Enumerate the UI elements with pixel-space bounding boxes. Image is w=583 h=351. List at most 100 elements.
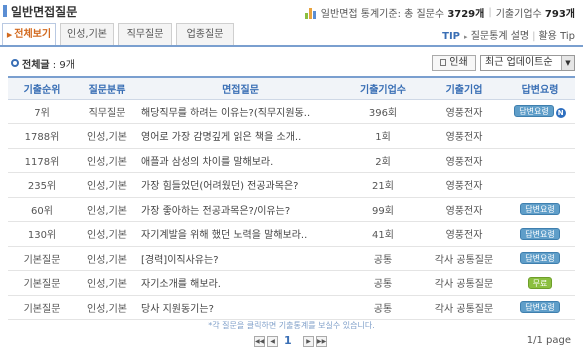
next-page-icon[interactable]: ▶: [303, 336, 314, 347]
total-companies-value: 793개: [544, 9, 575, 20]
count-cell: 99회: [343, 197, 423, 222]
column-header-count[interactable]: 기출기업수: [343, 76, 423, 100]
tab-all[interactable]: ▶ 전체보기: [2, 23, 56, 45]
column-header-question[interactable]: 면접질문: [138, 76, 343, 100]
rank-cell: 235위: [8, 172, 76, 198]
answer-cell: [505, 123, 575, 149]
rank-cell: 기본질문: [8, 270, 76, 296]
column-header-answer[interactable]: 답변요령: [505, 76, 575, 100]
company-cell: 영풍전자: [423, 197, 505, 222]
question-link[interactable]: 자기계발을 위해 했던 노력을 말해보라..: [138, 221, 343, 247]
last-page-icon[interactable]: ▶▶: [316, 336, 327, 347]
pagination: ◀◀ ◀ 1 ▶ ▶▶ 1/1 page: [0, 334, 583, 349]
printer-icon: [440, 59, 447, 66]
table-row[interactable]: 기본질문 인성,기본 [경력]이직사유는? 공통 각사 공통질문 답변요령: [8, 246, 575, 271]
title-bullet-icon: [3, 5, 7, 17]
stats-summary: 일반면접 통계기준: 총 질문수 3729개 | 기출기업수 793개: [304, 5, 575, 20]
table-row[interactable]: 7위 직무질문 해당직무를 하려는 이유는?(직무지원동.. 396회 영풍전자 답변요령…: [8, 99, 575, 124]
total-questions-label: 총 질문수: [404, 9, 445, 20]
tab-label: 전체보기: [14, 29, 52, 40]
company-cell: 각사 공통질문: [423, 295, 505, 320]
column-header-category[interactable]: 질문분류: [76, 76, 138, 100]
answer-cell: 무료: [505, 270, 575, 296]
count-cell: 396회: [343, 99, 423, 124]
rank-cell: 기본질문: [8, 295, 76, 320]
answer-tips-button[interactable]: 답변요령: [520, 203, 560, 216]
category-cell: 인성,기본: [76, 172, 138, 198]
footnote: *각 질문을 클릭하면 기출통계를 보실수 있습니다.: [208, 321, 375, 330]
table-row[interactable]: 기본질문 인성,기본 당사 지원동기는? 공통 각사 공통질문 답변요령: [8, 295, 575, 320]
table-row[interactable]: 1788위 인성,기본 영어로 가장 감명깊게 읽은 책을 소개.. 1회 영풍전자: [8, 123, 575, 149]
tab-industry-questions[interactable]: 업종질문: [176, 23, 234, 45]
tip-label: TIP: [442, 31, 461, 42]
stats-separator: |: [488, 7, 492, 18]
list-toolbar: 전체글 : 9개 인쇄 최근 업데이트순 ▼: [0, 52, 583, 74]
category-cell: 인성,기본: [76, 148, 138, 173]
table-row[interactable]: 130위 인성,기본 자기계발을 위해 했던 노력을 말해보라.. 41회 영풍전자 답변…: [8, 221, 575, 247]
tip-links: TIP ▸ 질문통계 설명 | 활용 Tip: [442, 27, 575, 42]
category-cell: 인성,기본: [76, 197, 138, 222]
answer-cell: [505, 172, 575, 198]
usage-tip-link[interactable]: 활용 Tip: [538, 31, 575, 42]
count-cell: 2회: [343, 148, 423, 173]
company-cell: 영풍전자: [423, 99, 505, 124]
question-link[interactable]: [경력]이직사유는?: [138, 246, 343, 271]
question-link[interactable]: 자기소개를 해보라.: [138, 270, 343, 296]
count-value: : 9개: [49, 60, 75, 71]
sort-selected-value: 최근 업데이트순: [485, 57, 553, 68]
rank-cell: 7위: [8, 99, 76, 124]
answer-tips-button[interactable]: 답변요령: [520, 301, 560, 314]
column-header-rank[interactable]: 기출순위: [8, 76, 76, 100]
company-cell: 각사 공통질문: [423, 270, 505, 296]
answer-tips-button[interactable]: 답변요령: [514, 104, 554, 117]
stats-help-link[interactable]: 질문통계 설명: [471, 31, 529, 42]
question-link[interactable]: 가장 힘들었던(어려웠던) 전공과목은?: [138, 172, 343, 198]
page-title: 일반면접질문: [11, 5, 78, 19]
tip-separator: |: [532, 31, 536, 42]
rank-cell: 1178위: [8, 148, 76, 173]
current-page[interactable]: 1: [284, 334, 292, 347]
prev-page-icon[interactable]: ◀: [267, 336, 278, 347]
count-cell: 21회: [343, 172, 423, 198]
column-header-company[interactable]: 기출기업: [423, 76, 505, 100]
stats-label: 일반면접 통계기준:: [320, 9, 401, 20]
chevron-down-icon[interactable]: ▼: [561, 56, 574, 70]
circle-bullet-icon: [11, 59, 19, 67]
print-label: 인쇄: [449, 57, 468, 68]
total-companies-label: 기출기업수: [495, 9, 542, 20]
sort-select[interactable]: 최근 업데이트순 ▼: [480, 55, 575, 71]
triangle-right-icon: ▶: [6, 31, 13, 39]
print-button[interactable]: 인쇄: [432, 55, 476, 71]
answer-tips-button[interactable]: 답변요령: [520, 252, 560, 265]
count-cell: 공통: [343, 270, 423, 296]
question-link[interactable]: 애플과 삼성의 차이를 말해보라.: [138, 148, 343, 173]
page-total: 1/1 page: [526, 335, 571, 346]
company-cell: 영풍전자: [423, 123, 505, 149]
answer-tips-button[interactable]: 답변요령: [520, 227, 560, 240]
question-link[interactable]: 가장 좋아하는 전공과목은?/이유는?: [138, 197, 343, 222]
tab-label: 직무질문: [126, 29, 164, 40]
table-row[interactable]: 60위 인성,기본 가장 좋아하는 전공과목은?/이유는? 99회 영풍전자 답변요령: [8, 197, 575, 222]
table-row[interactable]: 1178위 인성,기본 애플과 삼성의 차이를 말해보라. 2회 영풍전자: [8, 148, 575, 173]
first-page-icon[interactable]: ◀◀: [254, 336, 265, 347]
answer-tips-button[interactable]: 무료: [527, 276, 553, 289]
answer-cell: 답변요령: [505, 295, 575, 320]
category-cell: 인성,기본: [76, 123, 138, 149]
answer-cell: 답변요령: [505, 221, 575, 247]
table-row[interactable]: 기본질문 인성,기본 자기소개를 해보라. 공통 각사 공통질문 무료: [8, 270, 575, 296]
total-questions-value: 3729개: [447, 9, 485, 20]
question-link[interactable]: 당사 지원동기는?: [138, 295, 343, 320]
tab-personality-basic[interactable]: 인성,기본: [60, 23, 114, 45]
title-bar: 일반면접질문 일반면접 통계기준: 총 질문수 3729개 | 기출기업수 79…: [0, 0, 583, 22]
count-cell: 1회: [343, 123, 423, 149]
question-link[interactable]: 해당직무를 하려는 이유는?(직무지원동..: [138, 99, 343, 124]
rank-cell: 130위: [8, 221, 76, 247]
question-link[interactable]: 영어로 가장 감명깊게 읽은 책을 소개..: [138, 123, 343, 149]
tab-job-questions[interactable]: 직무질문: [118, 23, 172, 45]
table-row[interactable]: 235위 인성,기본 가장 힘들었던(어려웠던) 전공과목은? 21회 영풍전자: [8, 172, 575, 198]
total-count: 전체글 : 9개: [22, 56, 75, 71]
new-badge-icon: N: [555, 107, 566, 118]
company-cell: 각사 공통질문: [423, 246, 505, 271]
bar-chart-icon: [304, 7, 316, 19]
category-tabs: ▶ 전체보기 인성,기본 직무질문 업종질문 TIP ▸ 질문통계 설명 | 활용 Ti…: [0, 23, 583, 47]
